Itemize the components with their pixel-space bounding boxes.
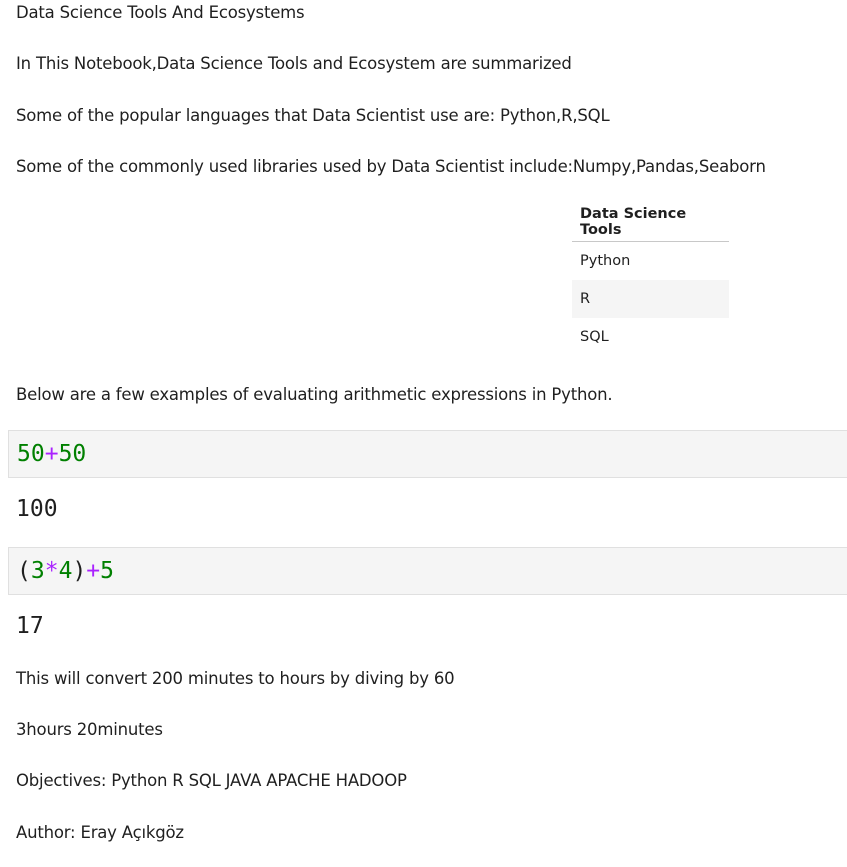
table-row: R xyxy=(572,280,729,318)
code-operator: + xyxy=(44,441,59,467)
convert-result-text: 3hours 20minutes xyxy=(16,720,163,739)
code-paren: ( xyxy=(17,558,31,584)
table-row: SQL xyxy=(572,318,729,356)
tools-table-header: Data Science Tools xyxy=(572,203,729,242)
code-number: 3 xyxy=(30,558,45,584)
examples-intro-text: Below are a few examples of evaluating a… xyxy=(16,385,613,404)
objectives-text: Objectives: Python R SQL JAVA APACHE HAD… xyxy=(16,771,407,790)
code-input[interactable]: 50+50 xyxy=(17,441,86,467)
code-output-2: 17 xyxy=(16,613,44,639)
author-text: Author: Eray Açıkgöz xyxy=(16,823,184,842)
code-number: 50 xyxy=(58,441,87,467)
code-operator: + xyxy=(86,558,101,584)
tools-table: Data Science Tools Python R SQL xyxy=(572,203,729,356)
code-number: 4 xyxy=(58,558,73,584)
code-paren: ) xyxy=(72,558,87,584)
libraries-text: Some of the commonly used libraries used… xyxy=(16,157,766,176)
code-cell-2[interactable]: (3*4)+5 xyxy=(8,547,847,595)
table-row: Python xyxy=(572,242,729,281)
code-output-1: 100 xyxy=(16,496,58,522)
notebook-title: Data Science Tools And Ecosystems xyxy=(16,3,305,22)
table-cell: SQL xyxy=(580,329,609,345)
languages-text: Some of the popular languages that Data … xyxy=(16,106,610,125)
table-cell: Python xyxy=(580,253,631,269)
code-number: 50 xyxy=(17,441,45,467)
code-operator: * xyxy=(44,558,59,584)
code-number: 5 xyxy=(100,558,115,584)
convert-note-text: This will convert 200 minutes to hours b… xyxy=(16,669,455,688)
table-cell: R xyxy=(572,280,729,318)
code-cell-1[interactable]: 50+50 xyxy=(8,430,847,478)
code-input[interactable]: (3*4)+5 xyxy=(17,558,114,584)
intro-text: In This Notebook,Data Science Tools and … xyxy=(16,54,572,73)
